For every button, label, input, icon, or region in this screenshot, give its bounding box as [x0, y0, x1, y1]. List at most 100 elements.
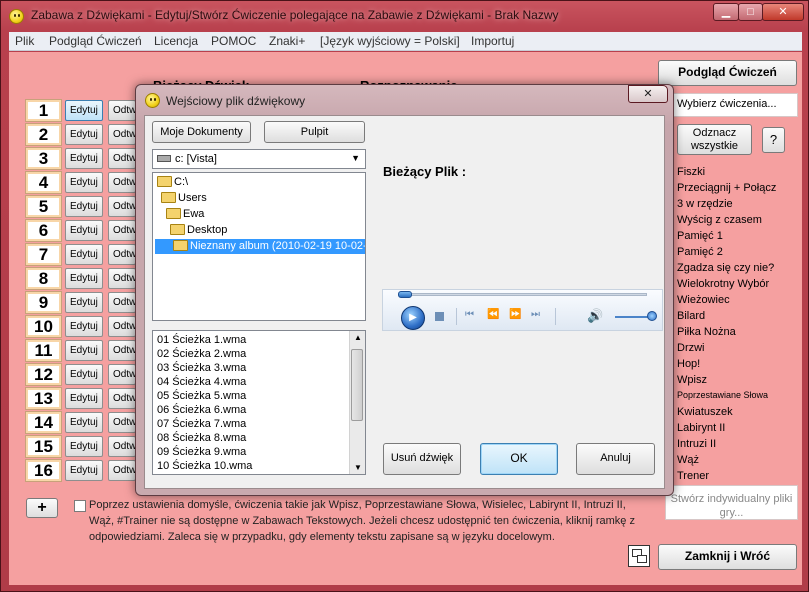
menu-podglad[interactable]: Podgląd Ćwiczeń — [49, 34, 142, 48]
file-list-item[interactable]: 05 Ścieżka 5.wma — [157, 390, 246, 402]
edit-button[interactable]: Edytuj — [65, 244, 103, 265]
file-list[interactable]: 01 Ścieżka 1.wma 02 Ścieżka 2.wma 03 Ścież… — [152, 330, 366, 475]
edit-button[interactable]: Edytuj — [65, 148, 103, 169]
exercise-item[interactable]: Wyścig z czasem — [677, 214, 762, 226]
menu-licencja[interactable]: Licencja — [154, 34, 198, 48]
cancel-button[interactable]: Anuluj — [576, 443, 655, 475]
file-list-scrollbar[interactable]: ▲ ▼ — [349, 331, 365, 474]
folder-tree[interactable]: C:\ Users Ewa Desktop Nieznany album (20… — [152, 172, 366, 321]
deselect-all-button[interactable]: Odznacz wszystkie — [677, 124, 752, 155]
edit-button[interactable]: Edytuj — [65, 172, 103, 193]
menu-importuj[interactable]: Importuj — [471, 34, 514, 48]
volume-icon[interactable]: 🔊 — [587, 308, 603, 324]
play-button[interactable]: Odtwórz — [108, 292, 136, 313]
fast-forward-icon[interactable]: ⏩ — [509, 309, 521, 320]
play-icon[interactable]: ▶ — [401, 306, 425, 330]
edit-button[interactable]: Edytuj — [65, 100, 103, 121]
desktop-button[interactable]: Pulpit — [264, 121, 365, 143]
previous-icon[interactable]: ⏮ — [465, 309, 474, 320]
edit-button[interactable]: Edytuj — [65, 412, 103, 433]
play-button[interactable]: Odtwórz — [108, 364, 136, 385]
exercise-item[interactable]: Bilard — [677, 310, 705, 322]
play-button[interactable]: Odtwórz — [108, 388, 136, 409]
dialog-close-button[interactable]: ✕ — [628, 85, 668, 103]
exercise-item[interactable]: 3 w rzędzie — [677, 198, 733, 210]
file-list-item[interactable]: 09 Ścieżka 9.wma — [157, 446, 246, 458]
rewind-icon[interactable]: ⏪ — [487, 309, 499, 320]
edit-button[interactable]: Edytuj — [65, 436, 103, 457]
exercise-item[interactable]: Pamięć 1 — [677, 230, 723, 242]
play-button[interactable]: Odtwórz — [108, 148, 136, 169]
edit-button[interactable]: Edytuj — [65, 364, 103, 385]
seek-bar[interactable] — [400, 293, 647, 296]
file-list-item[interactable]: 03 Ścieżka 3.wma — [157, 362, 246, 374]
file-list-item[interactable]: 02 Ścieżka 2.wma — [157, 348, 246, 360]
exercise-item[interactable]: Trener — [677, 470, 709, 482]
minimize-button[interactable]: ▁ — [713, 3, 739, 21]
next-icon[interactable]: ⏭ — [531, 309, 540, 320]
maximize-button[interactable]: □ — [738, 3, 763, 21]
window-icon[interactable] — [628, 545, 650, 567]
menu-plik[interactable]: Plik — [15, 34, 34, 48]
play-button[interactable]: Odtwórz — [108, 244, 136, 265]
exercise-item[interactable]: Wielokrotny Wybór — [677, 278, 769, 290]
close-button[interactable]: ✕ — [762, 3, 804, 21]
edit-button[interactable]: Edytuj — [65, 220, 103, 241]
menu-language[interactable]: [Język wyjściowy = Polski] — [320, 34, 460, 48]
play-button[interactable]: Odtwórz — [108, 100, 136, 121]
exercise-item[interactable]: Wpisz — [677, 374, 707, 386]
exercise-item[interactable]: Zgadza się czy nie? — [677, 262, 774, 274]
exercise-item[interactable]: Wąż — [677, 454, 699, 466]
edit-button[interactable]: Edytuj — [65, 316, 103, 337]
exercise-item[interactable]: Fiszki — [677, 166, 705, 178]
my-documents-button[interactable]: Moje Dokumenty — [152, 121, 251, 143]
preview-exercises-button[interactable]: Podgląd Ćwiczeń — [658, 60, 797, 86]
exercise-item[interactable]: Drzwi — [677, 342, 705, 354]
menu-pomoc[interactable]: POMOC — [211, 34, 256, 48]
edit-button[interactable]: Edytuj — [65, 292, 103, 313]
edit-button[interactable]: Edytuj — [65, 340, 103, 361]
remove-sound-button[interactable]: Usuń dźwięk — [383, 443, 461, 475]
exercise-item[interactable]: Intruzi II — [677, 438, 716, 450]
exercise-item[interactable]: Hop! — [677, 358, 700, 370]
tree-item-desktop[interactable]: Desktop — [170, 223, 227, 238]
tree-item-ewa[interactable]: Ewa — [166, 207, 204, 222]
exercise-item[interactable]: Labirynt II — [677, 422, 725, 434]
volume-thumb[interactable] — [647, 311, 657, 321]
seek-thumb[interactable] — [398, 291, 412, 298]
scroll-down-icon[interactable]: ▼ — [354, 463, 362, 472]
file-list-item[interactable]: 07 Ścieżka 7.wma — [157, 418, 246, 430]
title-bar[interactable]: Zabawa z Dźwiękami - Edytuj/Stwórz Ćwicz… — [1, 1, 808, 31]
close-return-button[interactable]: Zamknij i Wróć — [658, 544, 797, 570]
exercise-item[interactable]: Piłka Nożna — [677, 326, 736, 338]
help-button[interactable]: ? — [762, 127, 785, 153]
file-list-item[interactable]: 10 Ścieżka 10.wma — [157, 460, 252, 472]
play-button[interactable]: Odtwórz — [108, 412, 136, 433]
stop-icon[interactable] — [435, 312, 444, 321]
play-button[interactable]: Odtwórz — [108, 268, 136, 289]
play-button[interactable]: Odtwórz — [108, 460, 136, 481]
edit-button[interactable]: Edytuj — [65, 268, 103, 289]
scroll-thumb[interactable] — [351, 349, 363, 421]
scroll-up-icon[interactable]: ▲ — [354, 333, 362, 342]
edit-button[interactable]: Edytuj — [65, 388, 103, 409]
edit-button[interactable]: Edytuj — [65, 460, 103, 481]
play-button[interactable]: Odtwórz — [108, 196, 136, 217]
play-button[interactable]: Odtwórz — [108, 340, 136, 361]
ok-button[interactable]: OK — [480, 443, 558, 475]
file-list-item[interactable]: 01 Ścieżka 1.wma — [157, 334, 246, 346]
exercise-item[interactable]: Poprzestawiane Słowa — [677, 390, 768, 400]
exercise-item[interactable]: Pamięć 2 — [677, 246, 723, 258]
tree-item-album-selected[interactable]: Nieznany album (2010-02-19 10-02-0 — [155, 239, 365, 254]
enable-exercises-checkbox[interactable] — [74, 500, 86, 512]
tree-item-users[interactable]: Users — [161, 191, 207, 206]
exercise-item[interactable]: Kwiatuszek — [677, 406, 733, 418]
drive-select[interactable]: c: [Vista] ▼ — [152, 149, 366, 169]
menu-znaki[interactable]: Znaki+ — [269, 34, 305, 48]
play-button[interactable]: Odtwórz — [108, 172, 136, 193]
file-list-item[interactable]: 08 Ścieżka 8.wma — [157, 432, 246, 444]
play-button[interactable]: Odtwórz — [108, 436, 136, 457]
edit-button[interactable]: Edytuj — [65, 124, 103, 145]
file-list-item[interactable]: 04 Ścieżka 4.wma — [157, 376, 246, 388]
exercise-item[interactable]: Wieżowiec — [677, 294, 730, 306]
